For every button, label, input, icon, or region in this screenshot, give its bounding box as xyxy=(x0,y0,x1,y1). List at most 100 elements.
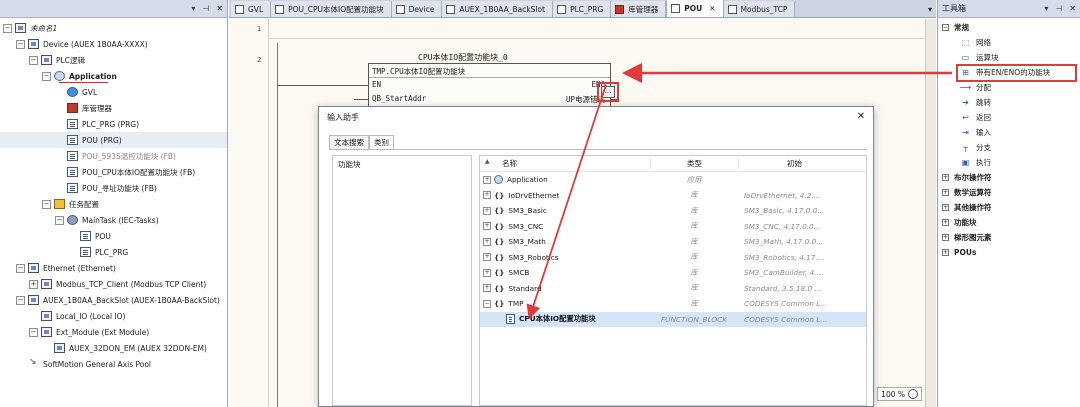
tree-item[interactable]: − Application xyxy=(0,68,227,84)
editor-tab[interactable]: Modbus_TCP xyxy=(723,1,796,17)
collapse-icon[interactable]: − xyxy=(16,263,25,273)
expand-icon[interactable]: + xyxy=(29,279,38,289)
toolbox-item[interactable]: ┬ 分支 xyxy=(938,140,1080,155)
toolbox-item[interactable]: ⟶ 分配 xyxy=(938,80,1080,95)
close-icon[interactable]: ✕ xyxy=(857,111,865,122)
collapse-icon[interactable]: − xyxy=(942,24,949,31)
table-row[interactable]: +{} IoDrvEthernet 库 IoDrvEthernet, 4.2.... xyxy=(480,188,866,204)
toolbox-group[interactable]: + 数学运算符 xyxy=(938,185,1080,200)
tree-item[interactable]: AUEX_32DON_EM (AUEX 32DON-EM) xyxy=(0,340,227,356)
tree-item[interactable]: SoftMotion General Axis Pool xyxy=(0,356,227,372)
table-row[interactable]: +{} SM3_CNC 库 SM3_CNC, 4.17.0.0... xyxy=(480,219,866,235)
column-init[interactable]: 初始 xyxy=(738,158,866,169)
collapse-icon[interactable]: − xyxy=(3,23,12,33)
tree-item[interactable]: POU (PRG) xyxy=(0,132,227,148)
table-row[interactable]: +{} SM3_Robotics 库 SM3_Robotics, 4.17.... xyxy=(480,250,866,266)
collapse-icon[interactable]: − xyxy=(42,71,51,81)
tree-item[interactable]: 库管理器 xyxy=(0,100,227,116)
toolbox-item[interactable]: ▭ 运算块 xyxy=(938,50,1080,65)
editor-vertical-scrollbar[interactable] xyxy=(925,19,936,407)
collapse-icon[interactable]: − xyxy=(16,39,25,49)
collapse-icon[interactable]: − xyxy=(55,215,64,225)
collapse-icon[interactable]: − xyxy=(29,55,38,65)
category-list[interactable]: 功能块 xyxy=(332,155,472,406)
table-row[interactable]: +{} SM3_Math 库 SM3_Math, 4.17.0.0... xyxy=(480,234,866,250)
tree-item[interactable]: POU_CPU本体IO配置功能块 (FB) xyxy=(0,164,227,180)
zoom-icon[interactable] xyxy=(908,389,918,399)
tree-item[interactable]: POU_593S温控功能块 (FB) xyxy=(0,148,227,164)
expand-icon[interactable]: + xyxy=(483,206,491,215)
expand-icon[interactable]: + xyxy=(483,191,491,200)
editor-tab[interactable]: POU_CPU本体IO配置功能块 xyxy=(271,1,392,17)
panel-pin-icon[interactable]: ⊣ xyxy=(1055,4,1062,13)
editor-tab[interactable]: POU ✕ xyxy=(666,0,724,17)
network-1[interactable] xyxy=(269,19,924,39)
toolbox-group[interactable]: + 梯形图元素 xyxy=(938,230,1080,245)
expand-icon[interactable]: + xyxy=(942,234,949,241)
expand-icon[interactable]: + xyxy=(483,222,491,231)
toolbox-item[interactable]: ▣ 执行 xyxy=(938,155,1080,170)
panel-close-icon[interactable]: ✕ xyxy=(216,4,223,13)
tree-item[interactable]: − AUEX_1B0AA_BackSlot (AUEX-1B0AA-BackSlo… xyxy=(0,292,227,308)
collapse-icon[interactable]: − xyxy=(29,327,38,337)
expand-icon[interactable]: + xyxy=(483,268,491,277)
toolbox-item[interactable]: ➜ 跳转 xyxy=(938,95,1080,110)
expand-icon[interactable]: + xyxy=(483,175,491,184)
column-name[interactable]: 名称 xyxy=(480,158,650,169)
panel-dropdown-icon[interactable]: ▾ xyxy=(1044,4,1048,13)
tab-list-dropdown-icon[interactable]: ▾ xyxy=(924,1,936,17)
editor-tab[interactable]: GVL xyxy=(231,1,272,17)
toolbox-item[interactable]: ⬚ 网络 xyxy=(938,35,1080,50)
editor-tab[interactable]: PLC_PRG xyxy=(553,1,612,17)
tree-item[interactable]: − MainTask (IEC-Tasks) xyxy=(0,212,227,228)
column-type[interactable]: 类型 xyxy=(650,158,738,169)
editor-tab[interactable]: AUEX_1B0AA_BackSlot xyxy=(442,1,554,17)
panel-close-icon[interactable]: ✕ xyxy=(1069,4,1076,13)
zoom-level[interactable]: 100 % xyxy=(881,390,905,399)
table-row[interactable]: +{} SMCB 库 SM3_CamBuilder, 4.... xyxy=(480,265,866,281)
tree-item[interactable]: POU xyxy=(0,228,227,244)
table-row[interactable]: +{} Standard 库 Standard, 3.5.18.0 ... xyxy=(480,281,866,297)
toolbox-group[interactable]: + 布尔操作符 xyxy=(938,170,1080,185)
tab-categories[interactable]: 类别 xyxy=(369,135,394,149)
tab-text-search[interactable]: 文本搜索 xyxy=(329,135,369,149)
tree-item[interactable]: − Device (AUEX 1B0AA-XXXX) xyxy=(0,36,227,52)
toolbox-item[interactable]: ↩ 返回 xyxy=(938,110,1080,125)
tree-item[interactable]: + Modbus_TCP_Client (Modbus TCP Client) xyxy=(0,276,227,292)
expand-icon[interactable]: + xyxy=(942,174,949,181)
category-item[interactable]: 功能块 xyxy=(333,156,471,173)
tree-item[interactable]: − 任务配置 xyxy=(0,196,227,212)
tree-item[interactable]: − Ethernet (Ethernet) xyxy=(0,260,227,276)
toolbox-group[interactable]: + 其他操作符 xyxy=(938,200,1080,215)
toolbox-group[interactable]: + 功能块 xyxy=(938,215,1080,230)
panel-dropdown-icon[interactable]: ▾ xyxy=(191,4,195,13)
fb-type-name[interactable]: TMP.CPU本体IO配置功能块 xyxy=(372,66,465,77)
fb-instance-name[interactable]: CPU本体IO配置功能块_0 xyxy=(418,52,508,63)
tree-item[interactable]: PLC_PRG (PRG) xyxy=(0,116,227,132)
editor-tab[interactable]: 库管理器 xyxy=(611,1,667,17)
zoom-control[interactable]: 100 % xyxy=(877,387,922,401)
expand-icon[interactable]: + xyxy=(942,204,949,211)
collapse-icon[interactable]: − xyxy=(16,295,25,305)
tree-item[interactable]: − 未命名1 xyxy=(0,20,227,36)
toolbox-group[interactable]: − 常规 xyxy=(938,20,1080,35)
table-row[interactable]: + Application 应用 xyxy=(480,172,866,188)
toolbox-group[interactable]: + POUs xyxy=(938,245,1080,260)
expand-icon[interactable]: + xyxy=(483,237,491,246)
collapse-icon[interactable]: − xyxy=(483,299,491,308)
tree-item[interactable]: POU_寻址功能块 (FB) xyxy=(0,180,227,196)
expand-icon[interactable]: + xyxy=(942,189,949,196)
editor-tab[interactable]: Device xyxy=(391,1,443,17)
expand-icon[interactable]: + xyxy=(942,219,949,226)
tree-item[interactable]: PLC_PRG xyxy=(0,244,227,260)
tree-item[interactable]: − PLC逻辑 xyxy=(0,52,227,68)
item-table[interactable]: 名称 类型 初始 +Application应用+{}IoDrvEthernet库… xyxy=(479,155,867,406)
expand-icon[interactable]: + xyxy=(483,253,491,262)
expand-icon[interactable]: + xyxy=(942,249,949,256)
tree-item[interactable]: − Ext_Module (Ext Module) xyxy=(0,324,227,340)
toolbox-item[interactable]: ⇥ 输入 xyxy=(938,125,1080,140)
collapse-icon[interactable]: − xyxy=(42,199,51,209)
expand-icon[interactable]: + xyxy=(483,284,491,293)
table-row[interactable]: CPU本体IO配置功能块 FUNCTION_BLOCK CODESYS Common… xyxy=(480,311,866,327)
tree-item[interactable]: Local_IO (Local IO) xyxy=(0,308,227,324)
